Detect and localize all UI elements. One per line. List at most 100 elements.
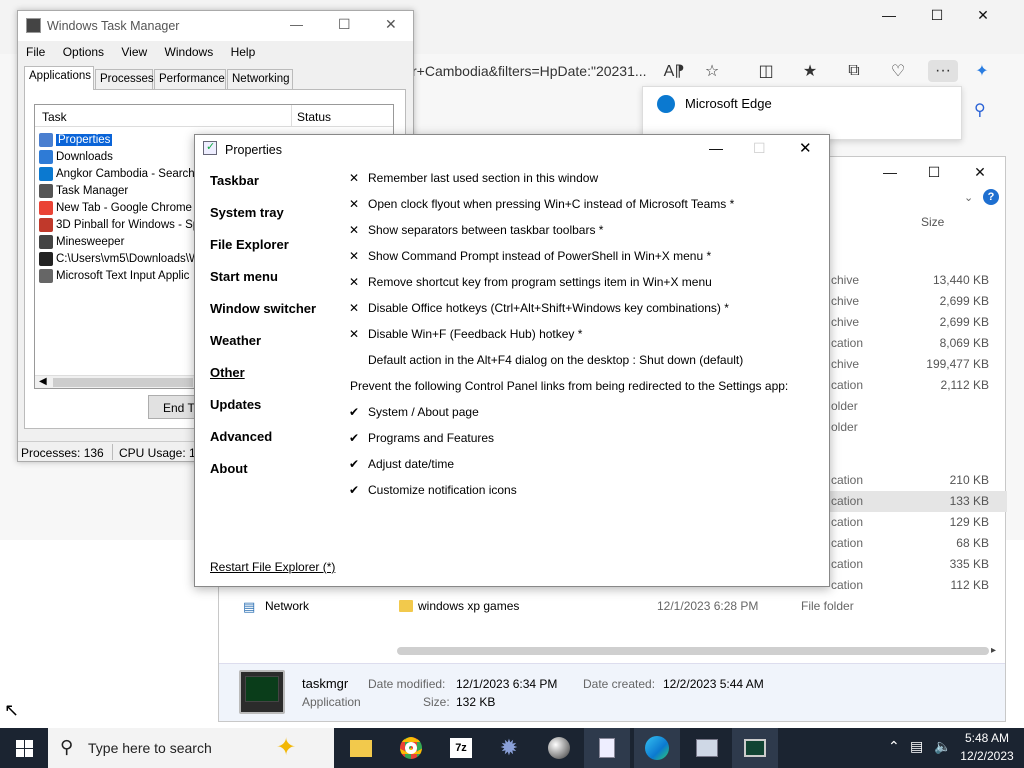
split-screen-icon[interactable]: ◫: [754, 60, 778, 82]
taskbar-task-manager[interactable]: [732, 728, 778, 768]
file-size-cell: 2,699 KB: [939, 294, 989, 308]
more-options-icon[interactable]: ···: [928, 60, 958, 82]
browser-maximize-button[interactable]: ☐: [914, 0, 960, 30]
detail-modified-label: Date modified:: [368, 677, 446, 691]
nav-updates[interactable]: Updates: [210, 397, 261, 412]
file-type-cell: cation: [831, 494, 864, 508]
file-type: File folder: [801, 599, 854, 613]
taskbar-search-box[interactable]: ⚲ Type here to search ✦: [48, 728, 334, 768]
task-label: Properties: [56, 133, 113, 146]
menu-help[interactable]: Help: [231, 45, 256, 59]
checkmark-icon: ✔: [348, 483, 360, 497]
nav-file-explorer[interactable]: File Explorer: [210, 237, 289, 252]
browser-minimize-button[interactable]: —: [866, 0, 912, 30]
nav-taskbar[interactable]: Taskbar: [210, 173, 259, 188]
option-label: System / About page: [368, 405, 479, 419]
volume-muted-icon[interactable]: 🔈: [934, 738, 951, 755]
nav-weather[interactable]: Weather: [210, 333, 261, 348]
cross-icon: ✕: [348, 275, 360, 289]
nav-system-tray[interactable]: System tray: [210, 205, 284, 220]
task-app-icon: [39, 132, 53, 147]
task-row[interactable]: Angkor Cambodia - Search: [39, 165, 195, 182]
explorer-maximize-button[interactable]: ☐: [911, 157, 957, 187]
taskbar-7zip[interactable]: 7z: [438, 728, 484, 768]
restart-explorer-link[interactable]: Restart File Explorer (*): [210, 560, 335, 574]
nav-about[interactable]: About: [210, 461, 248, 476]
file-size-cell: 68 KB: [956, 536, 989, 550]
task-row[interactable]: New Tab - Google Chrome: [39, 199, 192, 216]
browser-essentials-icon[interactable]: ♡: [886, 60, 910, 82]
size-column-header[interactable]: Size: [921, 215, 944, 229]
props-minimize-button[interactable]: —: [709, 140, 723, 156]
menu-windows[interactable]: Windows: [165, 45, 214, 59]
tab-performance[interactable]: Performance: [154, 69, 226, 89]
props-maximize-button: ☐: [753, 140, 766, 156]
task-app-icon: [39, 183, 53, 198]
copilot-icon[interactable]: ✦: [970, 60, 994, 82]
tab-processes[interactable]: Processes: [95, 69, 154, 89]
option-label: Remember last used section in this windo…: [368, 171, 599, 185]
favorites-icon[interactable]: ★: [798, 60, 822, 82]
task-row[interactable]: C:\Users\vm5\Downloads\W: [39, 250, 200, 267]
file-type-cell: cation: [831, 578, 864, 592]
scroll-right-icon[interactable]: ▸: [991, 645, 996, 656]
nav-network[interactable]: Network: [265, 599, 309, 613]
taskbar-pinball[interactable]: [536, 728, 582, 768]
detail-size-label: Size:: [423, 695, 450, 709]
browser-close-button[interactable]: ✕: [960, 0, 1006, 30]
task-row[interactable]: Minesweeper: [39, 233, 124, 250]
option-label: Show separators between taskbar toolbars…: [368, 223, 604, 237]
file-name[interactable]: windows xp games: [418, 599, 519, 613]
taskbar: ⚲ Type here to search ✦ 7z ✹ ⌃ ▤ 🔈 5:48 …: [0, 728, 1024, 768]
browser-address-bar[interactable]: r+Cambodia&filters=HpDate:"20231...: [412, 58, 662, 84]
tm-close-button[interactable]: ✕: [385, 16, 397, 33]
start-button[interactable]: [0, 728, 48, 768]
detail-kind: Application: [302, 695, 361, 709]
scroll-thumb[interactable]: [53, 378, 193, 387]
task-row[interactable]: Downloads: [39, 148, 113, 165]
explorer-minimize-button[interactable]: —: [867, 157, 913, 187]
task-row[interactable]: Microsoft Text Input Applic: [39, 267, 189, 284]
task-column-header[interactable]: Task: [42, 110, 67, 124]
favorite-star-icon[interactable]: ☆: [700, 60, 724, 82]
help-icon[interactable]: ?: [983, 189, 999, 205]
task-row[interactable]: Properties: [39, 131, 113, 148]
task-row[interactable]: Task Manager: [39, 182, 128, 199]
nav-other[interactable]: Other: [210, 365, 245, 380]
read-aloud-icon[interactable]: A⁋: [662, 60, 686, 82]
menu-view[interactable]: View: [121, 45, 147, 59]
clock-date[interactable]: 12/2/2023: [960, 749, 1014, 763]
network-tray-icon[interactable]: ▤: [910, 738, 923, 755]
tab-networking[interactable]: Networking: [227, 69, 293, 89]
tm-maximize-button[interactable]: ☐: [338, 16, 351, 33]
option-label: Open clock flyout when pressing Win+C in…: [368, 197, 735, 211]
taskbar-minesweeper[interactable]: ✹: [486, 728, 532, 768]
collections-icon[interactable]: ⧉: [842, 60, 866, 82]
nav-start-menu[interactable]: Start menu: [210, 269, 278, 284]
taskbar-properties[interactable]: [584, 728, 630, 768]
taskbar-edge[interactable]: [634, 728, 680, 768]
show-hidden-icons[interactable]: ⌃: [888, 738, 900, 755]
taskbar-file-explorer[interactable]: [338, 728, 384, 768]
menu-options[interactable]: Options: [63, 45, 104, 59]
scroll-left-icon[interactable]: ◀: [39, 376, 47, 387]
nav-window-switcher[interactable]: Window switcher: [210, 301, 316, 316]
file-type-cell: cation: [831, 336, 864, 350]
tab-applications[interactable]: Applications: [24, 66, 94, 90]
props-close-button[interactable]: ✕: [799, 139, 812, 157]
horizontal-scrollbar[interactable]: [397, 647, 989, 655]
file-type-cell: cation: [831, 557, 864, 571]
menu-file[interactable]: File: [26, 45, 45, 59]
task-app-icon: [39, 268, 53, 283]
taskbar-chrome[interactable]: [388, 728, 434, 768]
file-type-cell: chive: [831, 294, 860, 308]
nav-advanced[interactable]: Advanced: [210, 429, 272, 444]
status-column-header[interactable]: Status: [297, 110, 331, 124]
taskbar-control-panel[interactable]: [684, 728, 730, 768]
task-row[interactable]: 3D Pinball for Windows - Sp: [39, 216, 199, 233]
expand-ribbon-icon[interactable]: ⌄: [964, 191, 973, 204]
clock-time[interactable]: 5:48 AM: [962, 731, 1012, 745]
tm-minimize-button[interactable]: —: [290, 17, 303, 32]
sidebar-search-icon[interactable]: ⚲: [974, 100, 986, 120]
explorer-close-button[interactable]: ✕: [957, 157, 1003, 187]
